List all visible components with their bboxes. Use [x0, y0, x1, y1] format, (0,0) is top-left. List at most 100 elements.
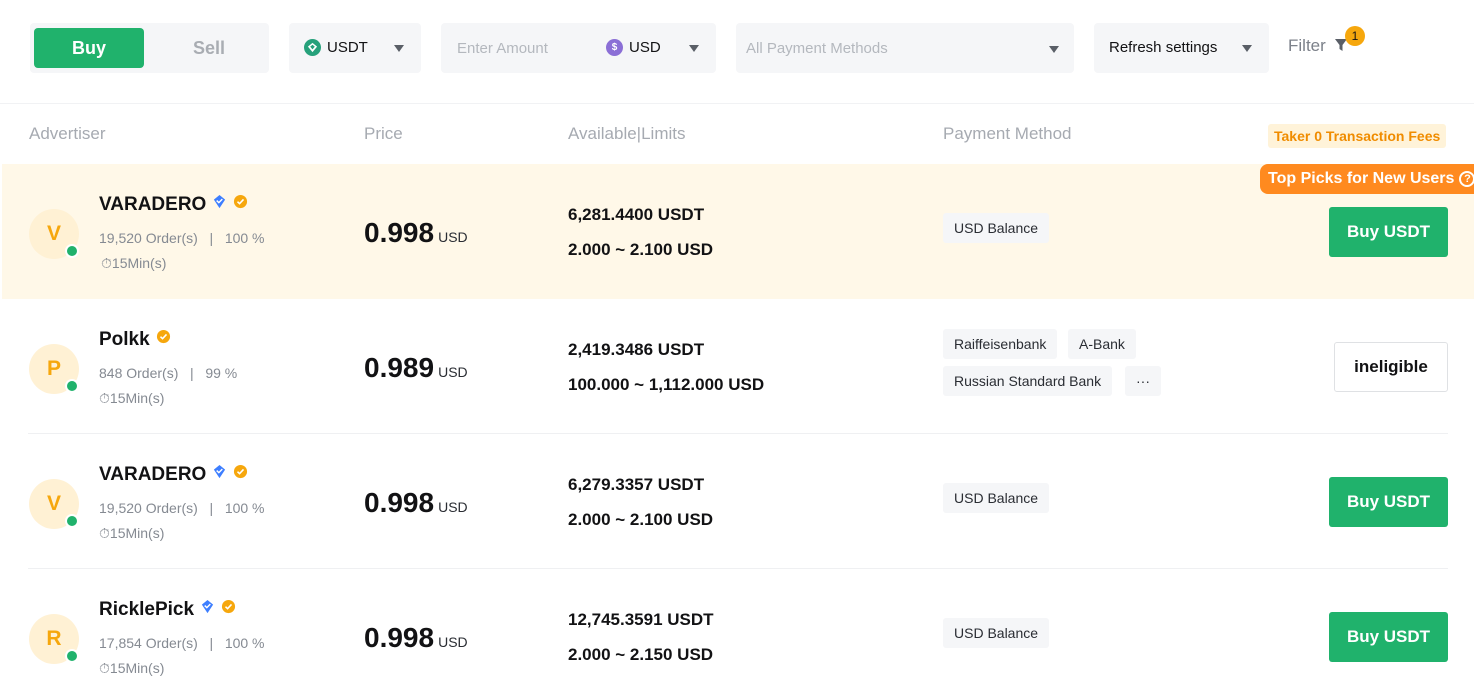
price-value: 0.998: [364, 622, 435, 653]
usdt-coin-icon: [304, 39, 321, 56]
online-status-dot: [65, 514, 79, 528]
merchant-gold-icon: [221, 599, 236, 614]
filter-button[interactable]: Filter: [1288, 36, 1348, 56]
payment-time: ⏱15Min(s): [99, 660, 164, 677]
header-price: Price: [364, 124, 403, 143]
payment-time-text: 15Min(s): [109, 660, 165, 676]
merchant-gold-icon: [156, 329, 171, 344]
amount-field[interactable]: Enter Amount $ USD: [441, 23, 716, 73]
header-available-limits: Available|Limits: [568, 124, 686, 143]
advertiser-stats: 19,520 Order(s) | 100 %: [99, 230, 265, 246]
advertiser-stats: 19,520 Order(s) | 100 %: [99, 500, 265, 516]
payment-time: ⏱15Min(s): [99, 390, 164, 407]
payment-time: ⏱15Min(s): [101, 255, 166, 272]
advertiser-name-text: RicklePick: [99, 599, 195, 620]
advertiser-name-text: VARADERO: [99, 194, 207, 215]
online-status-dot: [65, 244, 79, 258]
chevron-down-icon: [1049, 46, 1059, 53]
verified-icon: [212, 464, 227, 479]
advertiser-name[interactable]: VARADERO: [99, 194, 248, 216]
order-limit: 100.000 ~ 1,112.000 USD: [568, 375, 765, 394]
order-count: 848 Order(s): [99, 365, 179, 381]
payment-time-text: 15Min(s): [109, 390, 165, 406]
advertiser-name[interactable]: VARADERO: [99, 464, 248, 486]
filter-label: Filter: [1288, 36, 1326, 55]
filter-bar: Buy Sell USDT Enter Amount $ USD All Pay…: [0, 0, 1474, 104]
chevron-down-icon: [689, 45, 699, 52]
merchant-gold-icon: [233, 194, 248, 209]
price-value: 0.998: [364, 487, 435, 518]
advertiser-stats: 17,854 Order(s) | 100 %: [99, 635, 265, 651]
price-value: 0.998: [364, 217, 435, 248]
payment-method-tag: USD Balance: [943, 483, 1050, 513]
order-limit: 2.000 ~ 2.100 USD: [568, 240, 714, 259]
price: 0.998 USD: [364, 487, 468, 519]
header-payment-method: Payment Method: [943, 124, 1072, 143]
buy-usdt-button[interactable]: Buy USDT: [1329, 477, 1448, 527]
header-advertiser: Advertiser: [29, 124, 106, 143]
payment-time-text: 15Min(s): [111, 255, 167, 271]
sell-tab[interactable]: Sell: [154, 28, 264, 68]
crypto-select[interactable]: USDT: [289, 23, 421, 73]
advertiser-name[interactable]: RicklePick: [99, 599, 236, 621]
merchant-gold-icon: [233, 464, 248, 479]
payment-method-tag: USD Balance: [943, 618, 1050, 648]
stats-separator: |: [190, 365, 194, 381]
stopwatch-icon: ⏱: [99, 525, 110, 541]
completion-rate: 100 %: [224, 230, 265, 246]
fiat-select-value[interactable]: USD: [629, 39, 661, 56]
buy-usdt-button[interactable]: Buy USDT: [1329, 612, 1448, 662]
payment-method-placeholder: All Payment Methods: [746, 40, 888, 57]
amount-input[interactable]: Enter Amount: [457, 40, 548, 57]
verified-icon: [212, 194, 227, 209]
available-amount: 12,745.3591 USDT: [568, 610, 714, 629]
order-count: 19,520 Order(s): [99, 500, 198, 516]
completion-rate: 99 %: [205, 365, 238, 381]
order-count: 19,520 Order(s): [99, 230, 198, 246]
advertiser-name[interactable]: Polkk: [99, 329, 171, 351]
chevron-down-icon: [1242, 45, 1252, 52]
completion-rate: 100 %: [224, 500, 265, 516]
price-unit: USD: [438, 364, 468, 380]
advertiser-name-text: VARADERO: [99, 464, 207, 485]
top-picks-label: Top Picks for New Users: [1268, 170, 1455, 187]
payment-method-tag: USD Balance: [943, 213, 1050, 243]
crypto-select-value: USDT: [327, 39, 368, 56]
available-amount: 2,419.3486 USDT: [568, 340, 705, 359]
buy-tab[interactable]: Buy: [34, 28, 144, 68]
payment-time: ⏱15Min(s): [99, 525, 164, 542]
advertiser-stats: 848 Order(s) | 99 %: [99, 365, 237, 381]
price: 0.998 USD: [364, 217, 468, 249]
ineligible-button[interactable]: ineligible: [1334, 342, 1448, 392]
stopwatch-icon: ⏱: [99, 660, 110, 676]
price-unit: USD: [438, 634, 468, 650]
payment-method-select[interactable]: All Payment Methods: [736, 23, 1074, 73]
table-row: P Polkk 848 Order(s) | 99 % ⏱15Min(s) 0.…: [0, 299, 1474, 434]
available-amount: 6,279.3357 USDT: [568, 475, 705, 494]
price: 0.989 USD: [364, 352, 468, 384]
payment-method-tag: Russian Standard Bank: [943, 366, 1113, 396]
taker-fees-badge: Taker 0 Transaction Fees: [1268, 124, 1447, 148]
top-picks-badge: Top Picks for New Users ?: [1260, 164, 1474, 194]
refresh-settings-select[interactable]: Refresh settings: [1094, 23, 1269, 73]
payment-method-tag: Raiffeisenbank: [943, 329, 1058, 359]
online-status-dot: [65, 379, 79, 393]
chevron-down-icon: [394, 45, 404, 52]
more-payment-methods[interactable]: ···: [1125, 366, 1161, 396]
help-icon[interactable]: ?: [1459, 171, 1474, 187]
stats-separator: |: [209, 635, 214, 651]
price-unit: USD: [438, 229, 468, 245]
available-amount: 6,281.4400 USDT: [568, 205, 705, 224]
order-limit: 2.000 ~ 2.100 USD: [568, 510, 714, 529]
table-row: R RicklePick 17,854 Order(s) | 100 % ⏱15…: [0, 569, 1474, 700]
filter-count-badge: 1: [1345, 26, 1365, 46]
usd-coin-icon: $: [606, 39, 623, 56]
refresh-settings-label: Refresh settings: [1109, 39, 1218, 56]
stopwatch-icon: ⏱: [101, 255, 112, 271]
order-limit: 2.000 ~ 2.150 USD: [568, 645, 714, 664]
advertiser-name-text: Polkk: [99, 329, 150, 350]
buy-usdt-button[interactable]: Buy USDT: [1329, 207, 1448, 257]
price-unit: USD: [438, 499, 468, 515]
online-status-dot: [65, 649, 79, 663]
price-value: 0.989: [364, 352, 435, 383]
